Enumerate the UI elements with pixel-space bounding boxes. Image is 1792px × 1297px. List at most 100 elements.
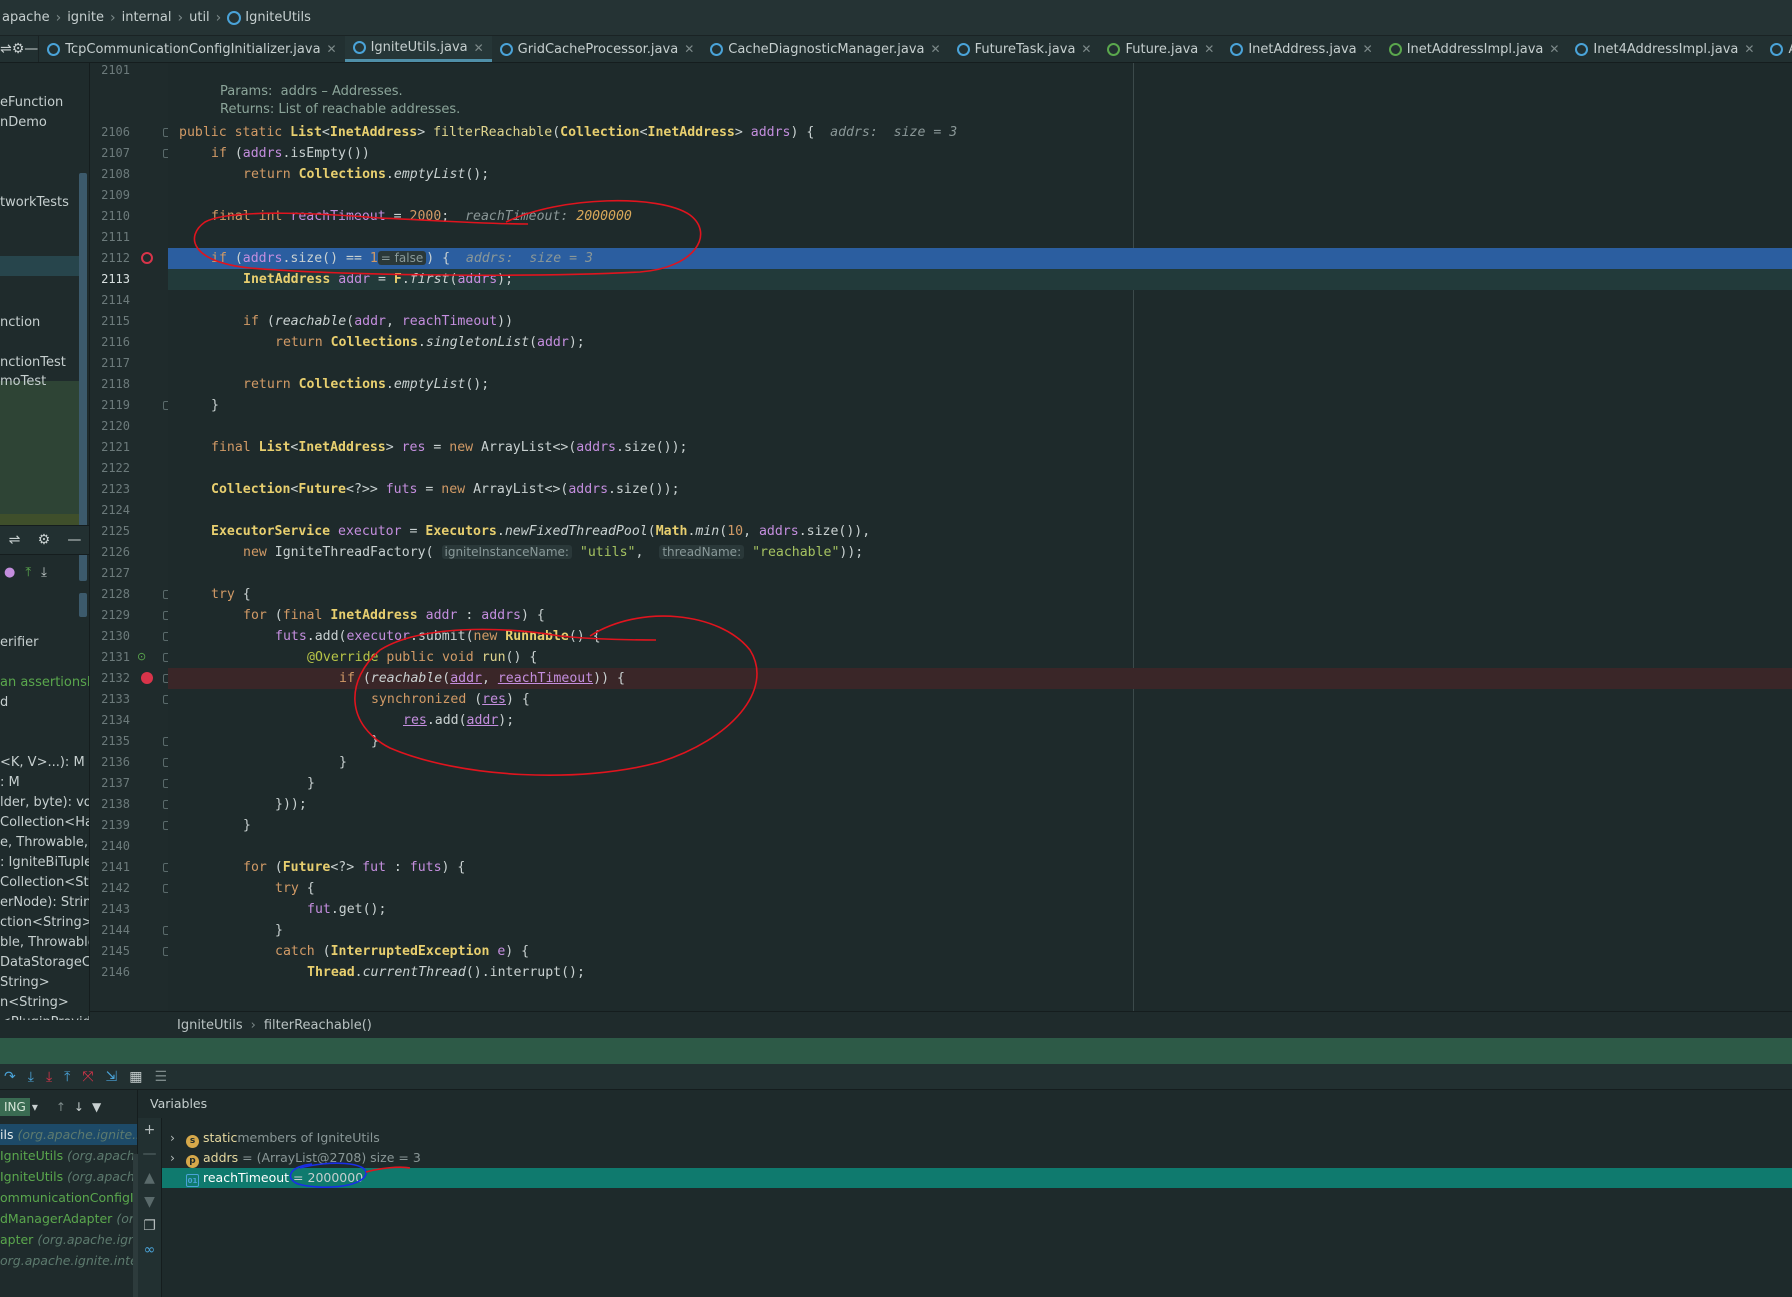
collapse-icon[interactable]: ⇌ [9,532,21,548]
structure-member-item[interactable]: ction<String>, ( [0,915,89,930]
chevron-down-icon[interactable]: ▾ [32,1100,38,1114]
breadcrumb-item-igniteutils[interactable]: IgniteUtils [227,10,311,25]
close-icon[interactable]: ✕ [931,42,941,56]
project-tree-item[interactable]: eFunction [0,95,63,110]
breadcrumb-item-internal[interactable]: internal [122,10,172,25]
close-icon[interactable]: ✕ [1549,42,1559,56]
override-marker-icon[interactable]: ⊙ [137,650,146,663]
project-tree-item[interactable]: nctionTest [0,355,66,370]
breadcrumb-item-util[interactable]: util [189,10,210,25]
structure-member-item[interactable]: : M [0,775,20,790]
stack-frame[interactable]: dManagerAdapter (org [0,1208,137,1229]
close-icon[interactable]: ✕ [1363,42,1373,56]
evaluate-expression-icon[interactable]: ▦ [129,1069,142,1085]
structure-member-item[interactable]: lder, byte): void [0,795,89,810]
step-out-icon[interactable]: ⤒ [64,1069,70,1085]
stack-frame[interactable]: ils (org.apache.ignite.i [0,1124,137,1145]
editor-breadcrumb-class[interactable]: IgniteUtils [177,1018,243,1033]
scroll-up-icon[interactable]: ⤒ [25,565,31,580]
close-icon[interactable]: ✕ [1204,42,1214,56]
structure-member-item[interactable]: Collection<Han [0,815,89,830]
editor-tab[interactable]: InetAddressImpl.java ✕ [1381,36,1568,62]
editor-tab[interactable]: IgniteUtils.java ✕ [344,36,492,62]
minimize-icon[interactable]: — [67,532,81,548]
editor-tab[interactable]: FutureTask.java ✕ [949,36,1100,62]
structure-member-item[interactable]: String> [0,975,50,990]
stack-frame[interactable]: org.apache.ignite.internal. [0,1250,137,1271]
breakpoint-line: if (reachable(addr, reachTimeout)) { [168,668,1792,689]
structure-member-item[interactable]: n<String> [0,995,69,1010]
watches-icon[interactable]: ∞ [138,1238,161,1262]
code-line: InetAddress addr = F.first(addrs); [168,269,1792,290]
breadcrumb-item-apache[interactable]: apache [2,10,50,25]
close-icon[interactable]: ✕ [684,42,694,56]
expand-arrow-icon[interactable]: › [170,1128,186,1148]
close-icon[interactable]: ✕ [474,41,484,55]
structure-member-item[interactable]: ble, Throwable) [0,935,89,950]
arrow-up-icon[interactable]: ↑ [56,1100,66,1114]
structure-member-item[interactable]: : IgniteBiTuple< [0,855,89,870]
project-tree-item[interactable]: tworkTests [0,195,69,210]
filter-icon[interactable]: ▼ [92,1100,101,1114]
force-step-into-icon[interactable]: ⤓ [46,1069,52,1085]
editor-tab[interactable]: CacheDiagnosticManager.java ✕ [702,36,948,62]
add-icon[interactable]: + [138,1118,161,1142]
structure-member-item[interactable]: erifier [0,635,39,650]
breakpoint-icon[interactable] [141,252,153,264]
project-tree-item[interactable]: nDemo [0,115,47,130]
step-over-icon[interactable]: ↷ [4,1069,16,1085]
collapse-icon[interactable]: ⇌ [0,41,12,57]
trace-icon[interactable]: ☰ [155,1069,168,1085]
close-icon[interactable]: ✕ [1081,42,1091,56]
filter-icon[interactable]: ● [4,565,15,580]
editor-tab[interactable]: InetAddress.java ✕ [1222,36,1380,62]
gear-icon[interactable]: ⚙ [12,41,25,57]
stack-frame[interactable]: IgniteUtils (org.apache [0,1145,137,1166]
code-editor[interactable]: Params: addrs – Addresses. Returns: List… [168,63,1792,1011]
step-into-icon[interactable]: ⤓ [28,1069,34,1085]
stack-frame[interactable]: apter (org.apache.ignite [0,1229,137,1250]
move-up-icon[interactable]: ▲ [138,1166,161,1190]
gear-icon[interactable]: ⚙ [38,532,51,548]
variable-row[interactable]: 01 reachTimeout = 2000000 [162,1168,1792,1188]
stack-frame[interactable]: ommunicationConfigIn [0,1187,137,1208]
structure-member-item[interactable]: d [0,695,8,710]
breadcrumb-item-ignite[interactable]: ignite [67,10,104,25]
structure-member-item[interactable]: DataStorageCo [0,955,89,970]
structure-member-item[interactable]: <K, V>...): M [0,755,85,770]
editor-tab[interactable]: Inet4AddressImpl.java ✕ [1567,36,1762,62]
move-down-icon[interactable]: ▼ [138,1190,161,1214]
drop-frame-icon[interactable]: ⤧ [82,1069,93,1085]
run-to-cursor-icon[interactable]: ⇲ [106,1069,118,1085]
variable-row[interactable]: › s staticmembers of IgniteUtils [162,1128,1792,1148]
copy-icon[interactable]: ❐ [138,1214,161,1238]
editor-tab[interactable]: GridCacheProcessor.java ✕ [492,36,703,62]
code-line: return Collections.emptyList(); [243,167,490,182]
breakpoint-icon[interactable] [141,672,153,684]
minimize-icon[interactable]: — [24,41,38,57]
thread-selector[interactable]: ING [0,1098,30,1116]
arrow-down-icon[interactable]: ↓ [74,1100,84,1114]
editor-breadcrumb-method[interactable]: filterReachable() [264,1018,372,1033]
expand-arrow-icon[interactable]: › [170,1148,186,1168]
project-tree-item[interactable]: moTest [0,374,46,389]
code-line: final List<InetAddress> res = new ArrayL… [211,440,688,455]
project-tree-item[interactable]: nction [0,315,40,330]
stack-frame[interactable]: IgniteUtils (org.apache [0,1166,137,1187]
structure-member-item[interactable]: erNode): String [0,895,89,910]
structure-scrollbar[interactable] [79,593,87,617]
structure-member-item[interactable]: e, Throwable, Ig [0,835,89,850]
scroll-down-icon[interactable]: ⤓ [41,565,47,580]
structure-member-item[interactable]: <PluginProvider [0,1015,89,1020]
editor-tab[interactable]: Future.java ✕ [1099,36,1222,62]
code-line: return Collections.emptyList(); [243,377,490,392]
project-scrollbar[interactable] [79,173,87,581]
structure-member-item[interactable]: Collection<Strin [0,875,89,890]
close-icon[interactable]: ✕ [327,42,337,56]
remove-icon[interactable]: — [138,1142,161,1166]
close-icon[interactable]: ✕ [1744,42,1754,56]
editor-tab[interactable]: TcpCommunicationConfigInitializer.java ✕ [39,36,344,62]
structure-member-item[interactable]: an assertionsEr [0,675,89,690]
editor-tab[interactable]: AddressNetwork [1762,36,1792,62]
variable-row[interactable]: › p addrs = (ArrayList@2708) size = 3 [162,1148,1792,1168]
